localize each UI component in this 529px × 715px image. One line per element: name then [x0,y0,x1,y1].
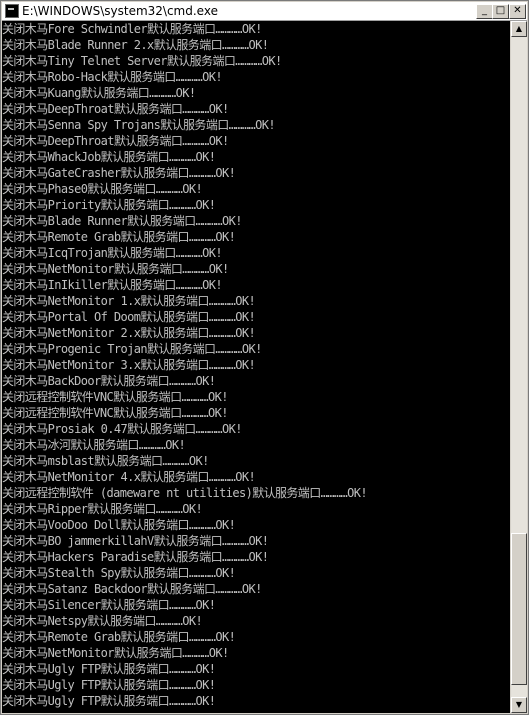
console-line: 关闭木马Stealth Spy默认服务端口…………OK! [2,566,236,580]
minimize-button[interactable]: _ [476,4,493,19]
console-line: 关闭木马msblast默认服务端口…………OK! [2,454,209,468]
console-line: 关闭木马BackDoor默认服务端口…………OK! [2,374,216,388]
scroll-thumb[interactable] [511,533,527,685]
title-bar[interactable]: E:\WINDOWS\system32\cmd.exe _ □ ✕ [2,2,527,21]
console-line: 关闭木马VooDoo Doll默认服务端口…………OK! [2,518,236,532]
console-line: 关闭木马NetMonitor 3.x默认服务端口…………OK! [2,358,256,372]
close-button[interactable]: ✕ [509,4,526,19]
console-line: 关闭木马Robo-Hack默认服务端口…………OK! [2,70,223,84]
console-line: 关闭木马Phase0默认服务端口…………OK! [2,182,203,196]
console-line: 关闭木马冰河默认服务端口…………OK! [2,438,186,452]
console-line: 关闭木马GateCrasher默认服务端口…………OK! [2,166,236,180]
vertical-scrollbar[interactable]: ▲ ▼ [511,21,527,713]
console-line: 关闭木马Ugly FTP默认服务端口…………OK! [2,662,216,676]
console-line: 关闭木马Remote Grab默认服务端口…………OK! [2,630,236,644]
console-line: 关闭木马Senna Spy Trojans默认服务端口…………OK! [2,118,276,132]
console-line: 关闭木马DeepThroat默认服务端口…………OK! [2,134,229,148]
console-line: 关闭远程控制软件VNC默认服务端口…………OK! [2,390,228,404]
console-line: 关闭木马IcqTrojan默认服务端口…………OK! [2,246,223,260]
scroll-down-button[interactable]: ▼ [511,697,527,713]
cmd-icon [5,4,19,18]
console-line: 关闭木马Ugly FTP默认服务端口…………OK! [2,694,216,708]
console-line: 关闭木马NetMonitor 4.x默认服务端口…………OK! [2,470,256,484]
console-line: 关闭木马Blade Runner默认服务端口…………OK! [2,214,242,228]
console-line: 关闭木马Silencer默认服务端口…………OK! [2,598,216,612]
console-line: 关闭木马BO jammerkillahV默认服务端口…………OK! [2,534,269,548]
console-line: 关闭木马Ugly FTP默认服务端口…………OK! [2,678,216,692]
scroll-up-button[interactable]: ▲ [511,21,527,37]
maximize-button[interactable]: □ [492,4,509,19]
console-line: 关闭木马Fore Schwindler默认服务端口…………OK! [2,22,262,36]
console-line: 关闭木马Remote Grab默认服务端口…………OK! [2,230,236,244]
console-line: 关闭木马Kuang默认服务端口…………OK! [2,86,196,100]
console-line: 关闭木马WhackJob默认服务端口…………OK! [2,150,216,164]
console-line: 关闭木马InIkiller默认服务端口…………OK! [2,278,223,292]
console-line: 关闭木马Netspy默认服务端口…………OK! [2,614,203,628]
console-line: 关闭木马Priority默认服务端口…………OK! [2,198,216,212]
console-output[interactable]: 关闭木马Fore Schwindler默认服务端口…………OK! 关闭木马Blad… [2,21,510,713]
console-line: 关闭木马Hackers Paradise默认服务端口…………OK! [2,550,269,564]
console-line: 关闭木马Tiny Telnet Server默认服务端口…………OK! [2,54,282,68]
console-line: 关闭木马Ripper默认服务端口…………OK! [2,502,203,516]
console-line: 关闭木马DeepThroat默认服务端口…………OK! [2,102,229,116]
console-line: 关闭木马NetMonitor 2.x默认服务端口…………OK! [2,326,256,340]
console-line: 关闭木马NetMonitor默认服务端口…………OK! [2,646,229,660]
console-line: 关闭木马Portal Of Doom默认服务端口…………OK! [2,310,256,324]
console-line: 关闭木马Satanz Backdoor默认服务端口…………OK! [2,582,262,596]
console-line: 关闭木马Progenic Trojan默认服务端口…………OK! [2,342,262,356]
cmd-window: E:\WINDOWS\system32\cmd.exe _ □ ✕ 关闭木马Fo… [0,0,529,715]
console-line: 关闭远程控制软件VNC默认服务端口…………OK! [2,406,228,420]
console-line: 关闭木马Blade Runner 2.x默认服务端口…………OK! [2,38,269,52]
console-line: 关闭木马NetMonitor默认服务端口…………OK! [2,262,229,276]
window-title: E:\WINDOWS\system32\cmd.exe [22,4,218,18]
console-line: 关闭远程控制软件 (dameware nt utilities)默认服务端口……… [2,486,368,500]
console-line: 关闭木马NetMonitor 1.x默认服务端口…………OK! [2,294,256,308]
console-line: 关闭木马Prosiak 0.47默认服务端口…………OK! [2,422,242,436]
